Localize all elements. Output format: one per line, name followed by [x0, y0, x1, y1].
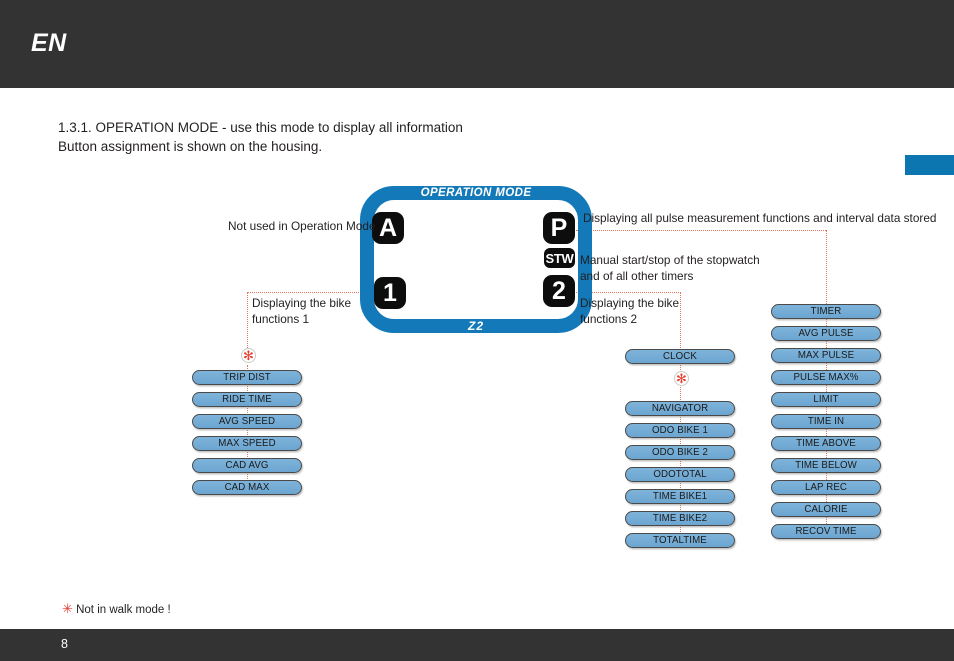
function-pill[interactable]: TIME BELOW	[771, 458, 881, 473]
language-code: EN	[31, 29, 67, 57]
function-pill[interactable]: TIME IN	[771, 414, 881, 429]
function-pill[interactable]: TIME ABOVE	[771, 436, 881, 451]
header-bar	[0, 0, 954, 88]
function-pill[interactable]: TOTALTIME	[625, 533, 735, 548]
function-pill[interactable]: ODO BIKE 1	[625, 423, 735, 438]
callout-button-1: Displaying the bike functions 1	[252, 296, 351, 327]
callout-button-p: Displaying all pulse measurement functio…	[583, 211, 937, 225]
function-pill[interactable]: CAD AVG	[192, 458, 302, 473]
function-pill[interactable]: AVG PULSE	[771, 326, 881, 341]
footnote: ✳ Not in walk mode !	[62, 601, 171, 617]
ring-bottom-label: Z2	[467, 319, 484, 333]
function-pill[interactable]: LIMIT	[771, 392, 881, 407]
button-badge-p[interactable]: P	[543, 212, 575, 244]
callout-2-line-1: Displaying the bike	[580, 296, 680, 310]
function-pill[interactable]: CLOCK	[625, 349, 735, 364]
function-pill[interactable]: CALORIE	[771, 502, 881, 517]
button-badge-stw[interactable]: STW	[544, 248, 575, 268]
function-pill[interactable]: AVG SPEED	[192, 414, 302, 429]
asterisk-icon: ✳	[62, 601, 73, 616]
manual-page: EN 1.3.1. OPERATION MODE - use this mode…	[0, 0, 954, 661]
function-pill[interactable]: TRIP DIST	[192, 370, 302, 385]
function-pill[interactable]: ODOTOTAL	[625, 467, 735, 482]
intro-line-2: Button assignment is shown on the housin…	[58, 139, 323, 154]
function-pill[interactable]: CAD MAX	[192, 480, 302, 495]
button-badge-1[interactable]: 1	[374, 277, 406, 309]
connector-p-horizontal	[576, 230, 826, 231]
callout-button-a: Not used in Operation Mode	[228, 219, 376, 233]
button-badge-2[interactable]: 2	[543, 275, 575, 307]
function-pill[interactable]: TIME BIKE1	[625, 489, 735, 504]
footer-bar	[0, 629, 954, 661]
function-pill[interactable]: TIMER	[771, 304, 881, 319]
function-pill[interactable]: PULSE MAX%	[771, 370, 881, 385]
function-pill[interactable]: TIME BIKE2	[625, 511, 735, 526]
function-pill[interactable]: MAX PULSE	[771, 348, 881, 363]
callout-stw-line-1: Manual start/stop of the stopwatch	[580, 253, 760, 267]
connector-p-vertical	[826, 230, 827, 310]
function-pill[interactable]: RIDE TIME	[192, 392, 302, 407]
callout-1-line-2: functions 1	[252, 311, 310, 326]
connector-1-vertical	[247, 292, 248, 354]
footnote-text: Not in walk mode !	[76, 604, 171, 616]
intro-line-1: 1.3.1. OPERATION MODE - use this mode to…	[58, 120, 463, 135]
callout-stw-line-2: and of all other timers	[580, 268, 694, 283]
column-pulse-functions: TIMER AVG PULSE MAX PULSE PULSE MAX% LIM…	[771, 304, 881, 546]
function-pill[interactable]: RECOV TIME	[771, 524, 881, 539]
page-number: 8	[61, 637, 68, 651]
callout-button-2: Displaying the bike functions 2	[580, 296, 679, 327]
walk-mode-asterisk-marker-left: ✻	[241, 348, 256, 363]
function-pill[interactable]: ODO BIKE 2	[625, 445, 735, 460]
callout-2-line-2: functions 2	[580, 311, 638, 326]
column-bike-functions-1: TRIP DIST RIDE TIME AVG SPEED MAX SPEED …	[192, 370, 302, 502]
function-pill[interactable]: NAVIGATOR	[625, 401, 735, 416]
section-tab-marker	[905, 155, 954, 175]
function-pill[interactable]: MAX SPEED	[192, 436, 302, 451]
connector-2-vertical	[680, 292, 681, 356]
function-pill[interactable]: LAP REC	[771, 480, 881, 495]
callout-button-stw: Manual start/stop of the stopwatch and o…	[580, 253, 760, 284]
callout-1-line-1: Displaying the bike	[252, 296, 352, 310]
intro-text: 1.3.1. OPERATION MODE - use this mode to…	[58, 118, 463, 156]
button-badge-a[interactable]: A	[372, 212, 404, 244]
connector-1-horizontal	[247, 292, 377, 293]
ring-title: OPERATION MODE	[420, 187, 532, 199]
walk-mode-asterisk-marker-mid: ✻	[674, 371, 689, 386]
